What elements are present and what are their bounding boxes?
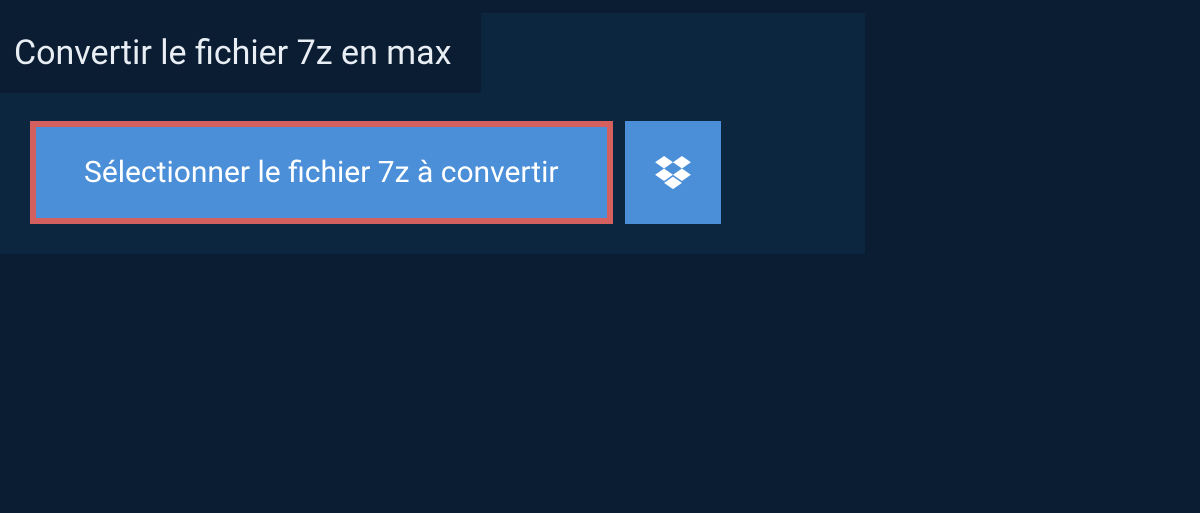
dropbox-button[interactable] <box>625 121 721 224</box>
select-file-button[interactable]: Sélectionner le fichier 7z à convertir <box>30 121 613 224</box>
button-row: Sélectionner le fichier 7z à convertir <box>0 93 865 254</box>
converter-panel: Convertir le fichier 7z en max Sélection… <box>0 13 865 254</box>
dropbox-icon <box>655 156 691 190</box>
select-file-label: Sélectionner le fichier 7z à convertir <box>84 155 559 190</box>
title-tab: Convertir le fichier 7z en max <box>0 13 481 93</box>
page-title: Convertir le fichier 7z en max <box>14 33 451 73</box>
